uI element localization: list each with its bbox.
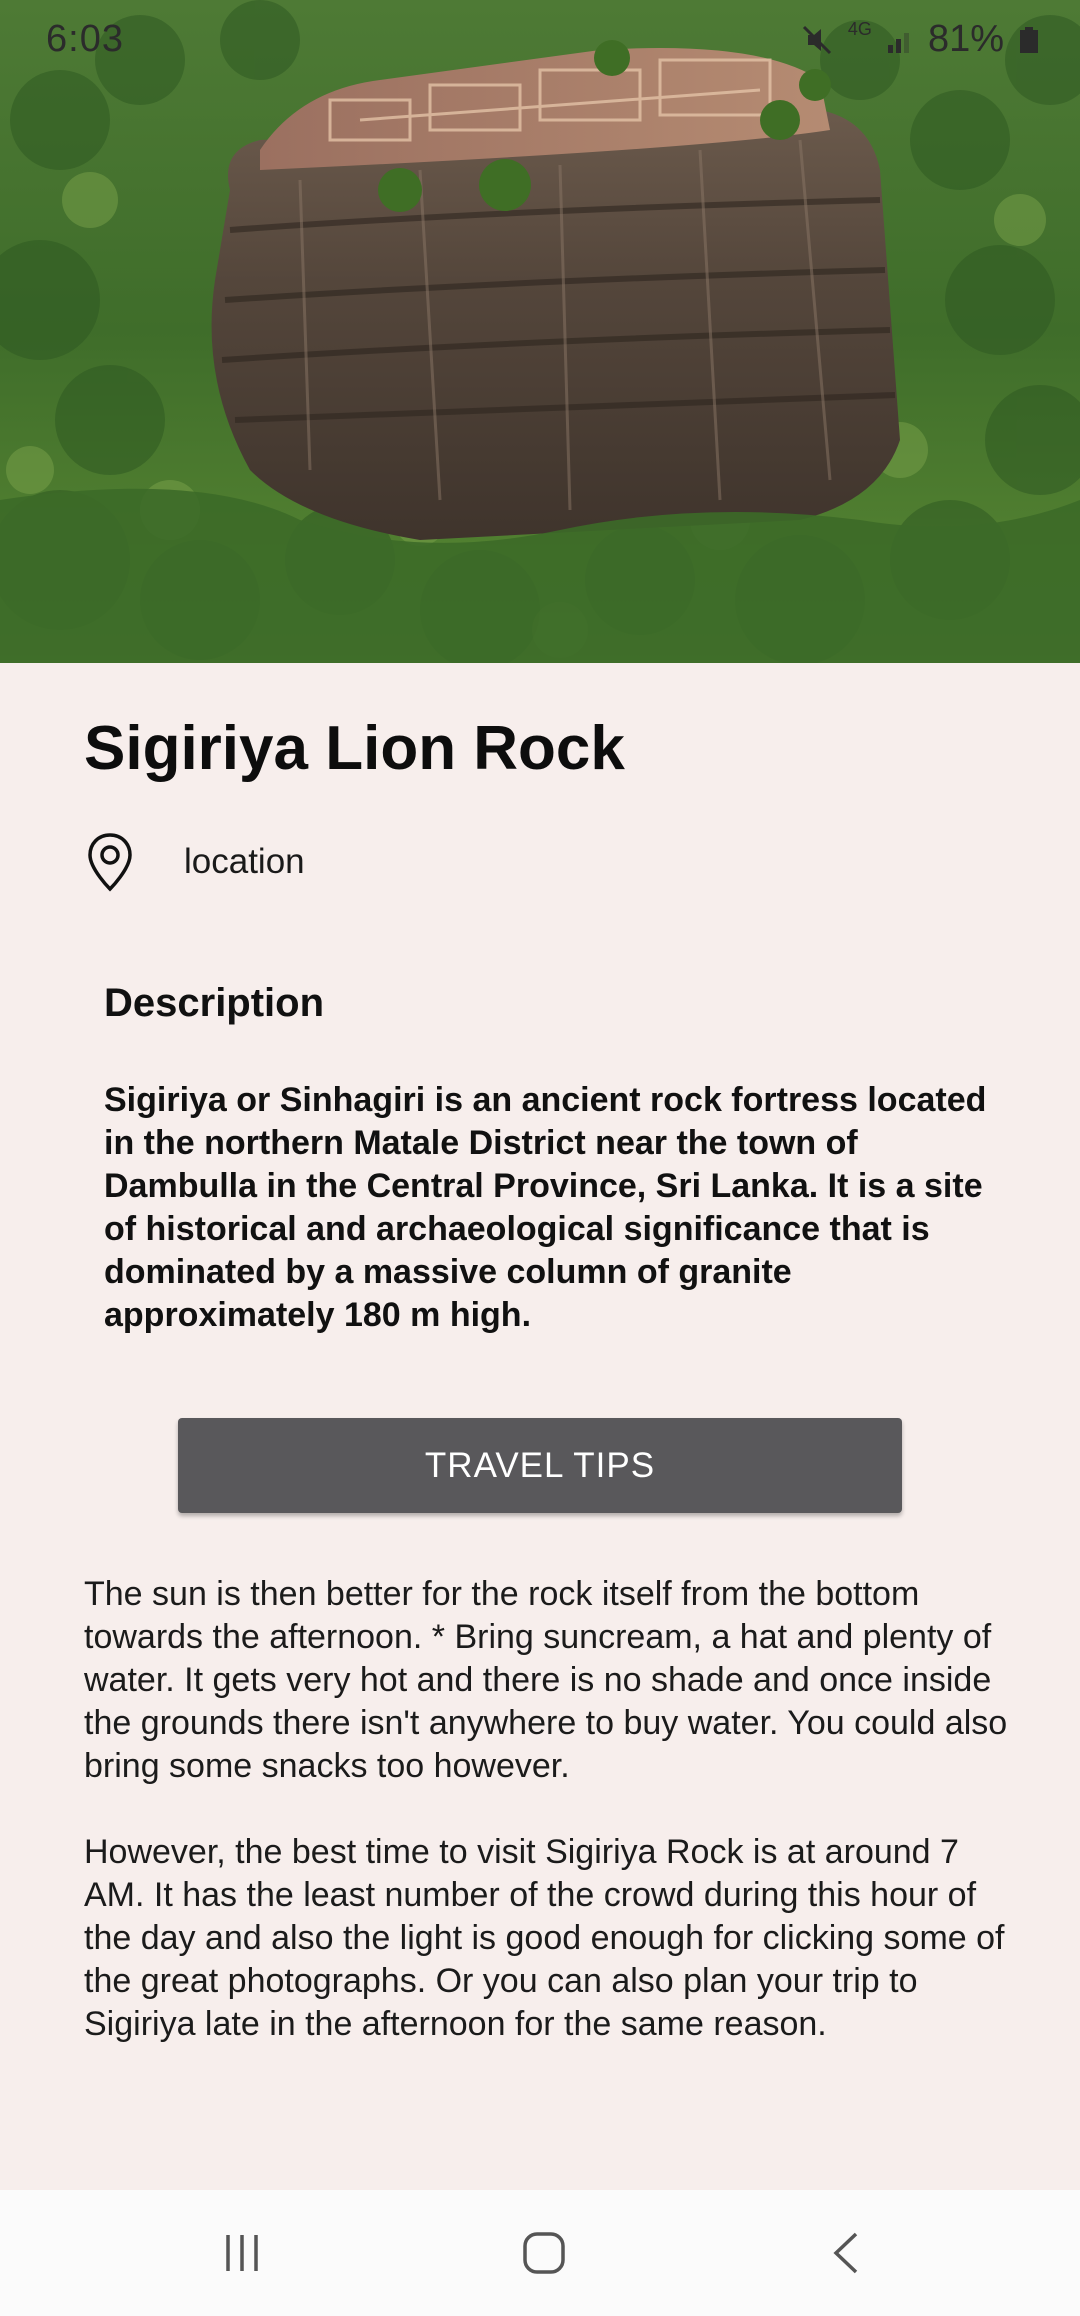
signal-icon xyxy=(886,25,914,55)
mute-icon xyxy=(800,23,834,57)
map-pin-icon xyxy=(84,831,136,893)
recent-apps-icon xyxy=(220,2231,264,2275)
place-title: Sigiriya Lion Rock xyxy=(84,714,625,783)
travel-tips-paragraph: However, the best time to visit Sigiriya… xyxy=(84,1833,1005,2043)
travel-tips-button[interactable]: TRAVEL TIPS xyxy=(178,1418,902,1513)
hero-image xyxy=(0,0,1080,663)
description-heading: Description xyxy=(104,981,325,1025)
battery-percent: 81% xyxy=(927,18,1004,60)
description-text: Sigiriya or Sinhagiri is an ancient rock… xyxy=(104,1081,987,1334)
status-indicators: 4G 81% xyxy=(800,18,1040,61)
travel-tips-paragraph: The sun is then better for the rock itse… xyxy=(84,1575,1008,1785)
back-icon xyxy=(828,2230,864,2276)
home-icon xyxy=(521,2230,567,2276)
sigiriya-rock-photo xyxy=(0,0,1080,663)
location-label: location xyxy=(184,842,305,881)
battery-icon xyxy=(1018,25,1040,55)
location-row: location xyxy=(84,831,305,893)
network-type: 4G xyxy=(847,19,872,39)
back-button[interactable] xyxy=(766,2190,926,2316)
status-bar: 6:03 4G 81% xyxy=(0,0,1080,80)
navigation-bar xyxy=(0,2190,1080,2316)
home-button[interactable] xyxy=(464,2190,624,2316)
travel-tips-text: The sun is then better for the rock itse… xyxy=(84,1573,1014,2089)
status-time: 6:03 xyxy=(46,18,124,60)
recent-apps-button[interactable] xyxy=(162,2190,322,2316)
